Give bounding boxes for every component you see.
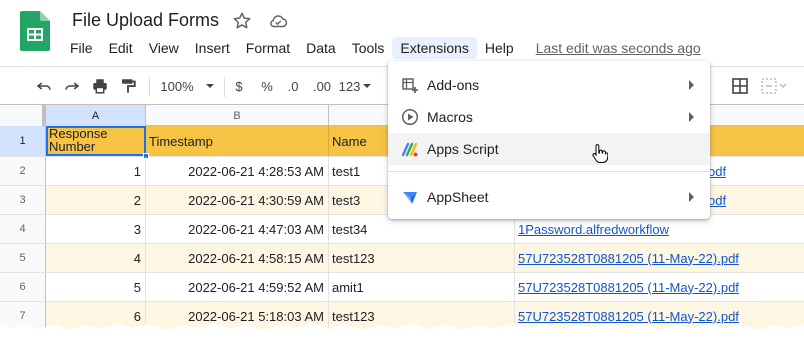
redo-icon[interactable] (61, 75, 83, 97)
row-number[interactable]: 1 (0, 126, 46, 156)
table-row: 4 3 2022-06-21 4:47:03 AM test34 1Passwo… (0, 215, 804, 244)
percent-format-button[interactable]: % (258, 75, 276, 97)
menu-help[interactable]: Help (477, 37, 522, 59)
table-row: 6 5 2022-06-21 4:59:52 AM amit1 57U72352… (0, 273, 804, 302)
google-sheets-logo-icon[interactable] (20, 11, 50, 51)
print-icon[interactable] (89, 75, 111, 97)
row-number[interactable]: 4 (0, 215, 46, 243)
row-number[interactable]: 5 (0, 244, 46, 272)
menu-item-label: Macros (427, 109, 473, 125)
menu-item-label: Apps Script (427, 141, 499, 157)
app-header: File Upload Forms File Edit View Insert … (0, 0, 804, 66)
menu-item-add-ons[interactable]: Add-ons (388, 69, 710, 101)
cell-name[interactable]: amit1 (329, 273, 515, 301)
cell-timestamp[interactable]: 2022-06-21 4:47:03 AM (146, 215, 329, 243)
undo-icon[interactable] (33, 75, 55, 97)
menu-item-label: AppSheet (427, 189, 489, 205)
menu-extensions[interactable]: Extensions (392, 37, 477, 59)
zoom-select[interactable]: 100% (158, 75, 216, 97)
menu-insert[interactable]: Insert (187, 37, 238, 59)
header-cell-timestamp[interactable]: Timestamp (146, 126, 329, 156)
submenu-arrow-icon (689, 112, 694, 122)
increase-decimal-button[interactable]: .00 (310, 75, 334, 97)
cell-name[interactable]: test123 (329, 244, 515, 272)
torn-edge-decoration (0, 323, 804, 358)
cell-file-link[interactable]: 57U723528T0881205 (11-May-22).pdf (515, 273, 804, 301)
row-number[interactable]: 2 (0, 157, 46, 185)
chevron-down-icon (205, 84, 214, 88)
cell-response-number[interactable]: 4 (46, 244, 146, 272)
submenu-arrow-icon (689, 80, 694, 90)
menu-divider (388, 171, 710, 172)
menu-tools[interactable]: Tools (344, 37, 393, 59)
merge-cells-icon[interactable] (760, 75, 790, 97)
cell-timestamp[interactable]: 2022-06-21 4:58:15 AM (146, 244, 329, 272)
menu-item-appsheet[interactable]: AppSheet (388, 181, 710, 213)
column-header-b[interactable]: B (146, 105, 329, 126)
chevron-down-icon (363, 84, 372, 88)
decrease-decimal-button[interactable]: .0 (283, 75, 303, 97)
row-number[interactable]: 6 (0, 273, 46, 301)
menu-format[interactable]: Format (238, 37, 298, 59)
header-cell-response-number[interactable]: Response Number (46, 126, 146, 156)
menu-file[interactable]: File (62, 37, 101, 59)
cloud-saved-icon[interactable] (267, 10, 289, 32)
submenu-arrow-icon (689, 192, 694, 202)
cell-response-number[interactable]: 3 (46, 215, 146, 243)
play-circle-icon (400, 107, 420, 127)
cell-file-link[interactable]: 1Password.alfredworkflow (515, 215, 804, 243)
last-edit-link[interactable]: Last edit was seconds ago (536, 40, 701, 56)
cell-timestamp[interactable]: 2022-06-21 4:30:59 AM (146, 186, 329, 214)
currency-format-button[interactable]: $ (231, 75, 247, 97)
cell-response-number[interactable]: 2 (46, 186, 146, 214)
hand-pointer-cursor-icon (592, 144, 608, 163)
menu-edit[interactable]: Edit (101, 37, 141, 59)
cell-response-number[interactable]: 5 (46, 273, 146, 301)
table-row: 5 4 2022-06-21 4:58:15 AM test123 57U723… (0, 244, 804, 273)
apps-script-icon (400, 139, 420, 159)
zoom-value: 100% (160, 78, 194, 94)
more-formats-button[interactable]: 123 (338, 75, 372, 97)
cell-timestamp[interactable]: 2022-06-21 4:59:52 AM (146, 273, 329, 301)
menubar: File Edit View Insert Format Data Tools … (62, 35, 701, 61)
cell-response-number[interactable]: 1 (46, 157, 146, 185)
more-formats-label: 123 (338, 78, 361, 94)
menu-item-apps-script[interactable]: Apps Script (388, 133, 710, 165)
toolbar-divider (149, 77, 150, 97)
select-all-corner[interactable] (0, 105, 46, 126)
addons-icon (400, 75, 420, 95)
extensions-menu: Add-ons Macros Apps Script AppSheet (388, 61, 710, 219)
paint-format-icon[interactable] (117, 75, 139, 97)
menu-view[interactable]: View (141, 37, 187, 59)
menu-item-macros[interactable]: Macros (388, 101, 710, 133)
menu-item-label: Add-ons (427, 77, 480, 93)
document-title[interactable]: File Upload Forms (72, 10, 219, 31)
borders-icon[interactable] (729, 75, 751, 97)
star-icon[interactable] (231, 10, 253, 32)
appsheet-icon (400, 187, 420, 207)
column-header-a[interactable]: A (46, 105, 146, 126)
menu-data[interactable]: Data (298, 37, 344, 59)
cell-timestamp[interactable]: 2022-06-21 4:28:53 AM (146, 157, 329, 185)
cell-name[interactable]: test34 (329, 215, 515, 243)
cell-file-link[interactable]: 57U723528T0881205 (11-May-22).pdf (515, 244, 804, 272)
row-number[interactable]: 3 (0, 186, 46, 214)
toolbar-divider (224, 77, 225, 97)
